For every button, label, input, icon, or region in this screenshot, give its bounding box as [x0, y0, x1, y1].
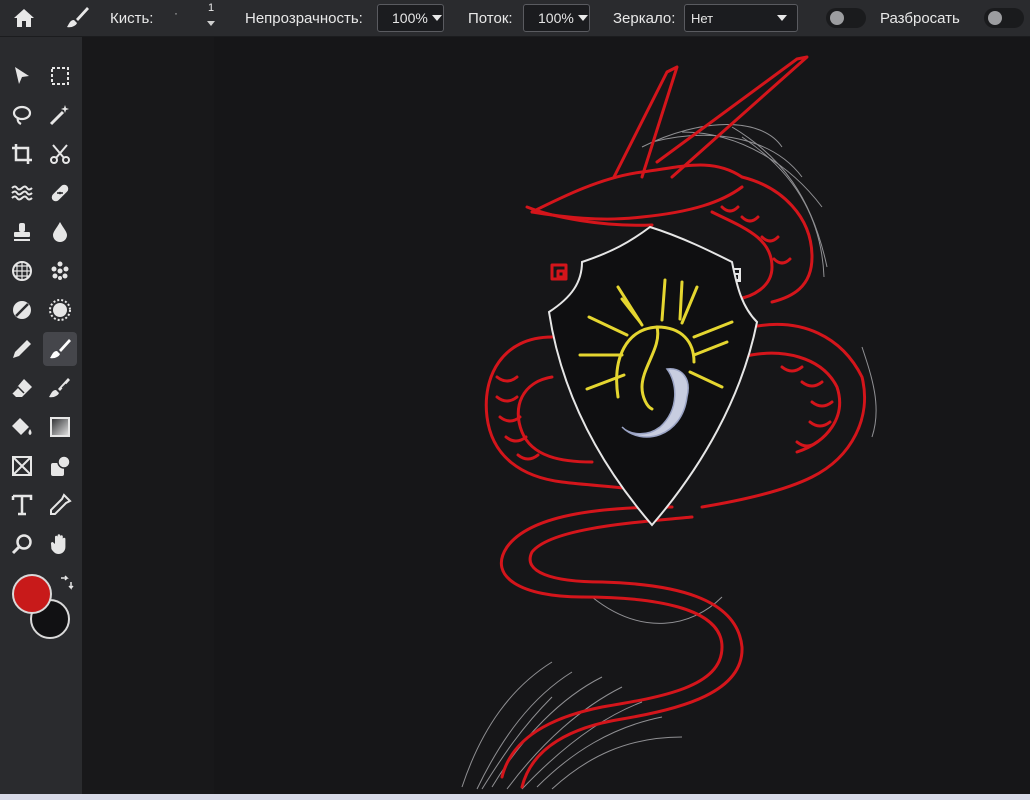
brush-label: Кисть: — [110, 10, 154, 27]
home-icon — [14, 9, 34, 27]
opacity-dropdown[interactable]: 100% — [377, 4, 444, 32]
half-circle-icon — [13, 301, 31, 319]
brush-tool[interactable] — [43, 332, 77, 366]
bandage-icon — [51, 184, 69, 202]
stamp-icon — [14, 223, 30, 241]
opacity-label: Непрозрачность: — [245, 10, 363, 27]
dots-cluster-icon — [51, 261, 69, 280]
opacity-value: 100% — [392, 10, 428, 26]
swap-colors-button[interactable] — [58, 575, 74, 591]
brush-size-picker[interactable]: 1 — [203, 3, 219, 31]
shield — [547, 225, 759, 527]
sun-gear-icon — [49, 299, 71, 321]
flow-dropdown[interactable]: 100% — [523, 4, 590, 32]
brush-double-icon — [49, 378, 70, 398]
toggle-switch[interactable] — [826, 8, 866, 28]
marquee-icon — [51, 67, 69, 85]
sponge-tool[interactable] — [43, 254, 77, 288]
tools-panel — [0, 37, 82, 794]
mirror-label: Зеркало: — [613, 10, 676, 27]
zoom-tool[interactable] — [5, 527, 39, 561]
paint-bucket-icon — [12, 418, 32, 435]
move-tool[interactable] — [5, 59, 39, 93]
frame-tool[interactable] — [5, 449, 39, 483]
flow-value: 100% — [538, 10, 574, 26]
hand-tool[interactable] — [43, 527, 77, 561]
magnifier-icon — [11, 534, 32, 555]
workspace[interactable] — [82, 37, 1030, 794]
brush-preview: · — [174, 6, 178, 20]
mirror-value: Нет — [691, 10, 714, 26]
stamp-tool[interactable] — [5, 215, 39, 249]
chevron-down-icon — [777, 15, 787, 21]
fill-tool[interactable] — [5, 410, 39, 444]
eyedropper-icon — [50, 493, 72, 515]
pattern-tool[interactable] — [5, 254, 39, 288]
window-bottom-edge — [0, 794, 1030, 800]
swap-arrows-icon — [61, 575, 74, 590]
healing-tool[interactable] — [43, 176, 77, 210]
mirror-dropdown[interactable]: Нет — [684, 4, 798, 32]
eraser-tool[interactable] — [5, 371, 39, 405]
chevron-down-icon — [207, 21, 215, 26]
shapes-icon — [51, 455, 71, 476]
options-toolbar: Кисть: · 1 Непрозрачность: 100% Поток: 1… — [0, 0, 1030, 37]
dodge-tool[interactable] — [5, 293, 39, 327]
blur-tool[interactable] — [43, 215, 77, 249]
eraser-icon — [11, 379, 32, 397]
hand-icon — [50, 534, 66, 554]
frame-icon — [12, 456, 32, 476]
marquee-tool[interactable] — [43, 59, 77, 93]
toggle-knob — [988, 11, 1002, 25]
foreground-color-swatch[interactable] — [12, 574, 52, 614]
pencil-tool[interactable] — [5, 332, 39, 366]
chevron-down-icon — [577, 15, 588, 21]
eyedropper-tool[interactable] — [43, 488, 77, 522]
liquify-tool[interactable] — [5, 176, 39, 210]
magic-wand-icon — [49, 105, 69, 126]
brush-tool-indicator — [64, 5, 90, 31]
cut-tool[interactable] — [43, 137, 77, 171]
home-button[interactable] — [12, 6, 36, 30]
brush-icon — [50, 339, 71, 359]
scatter-label: Разбросать — [880, 10, 960, 27]
lasso-tool[interactable] — [5, 98, 39, 132]
crop-icon — [12, 144, 32, 164]
shape-tool[interactable] — [43, 449, 77, 483]
flow-label: Поток: — [468, 10, 513, 27]
pencil-icon — [13, 340, 31, 358]
chevron-down-icon — [431, 15, 442, 21]
crop-tool[interactable] — [5, 137, 39, 171]
gradient-tool[interactable] — [43, 410, 77, 444]
text-tool[interactable] — [5, 488, 39, 522]
grid-circle-icon — [12, 261, 32, 281]
text-icon — [11, 494, 33, 516]
waves-icon — [11, 185, 33, 201]
clone-brush-tool[interactable] — [43, 371, 77, 405]
magic-wand-tool[interactable] — [43, 98, 77, 132]
brush-size-value: 1 — [207, 2, 215, 14]
burn-tool[interactable] — [43, 293, 77, 327]
drop-icon — [53, 222, 67, 242]
brush-icon — [67, 7, 89, 28]
canvas-artwork[interactable] — [82, 37, 1030, 794]
lasso-icon — [12, 105, 32, 125]
arrow-cursor-icon — [15, 67, 29, 84]
scissors-icon — [50, 144, 70, 164]
scatter-toggle[interactable] — [984, 8, 1024, 28]
toggle-knob — [830, 11, 844, 25]
gradient-icon — [50, 417, 70, 437]
